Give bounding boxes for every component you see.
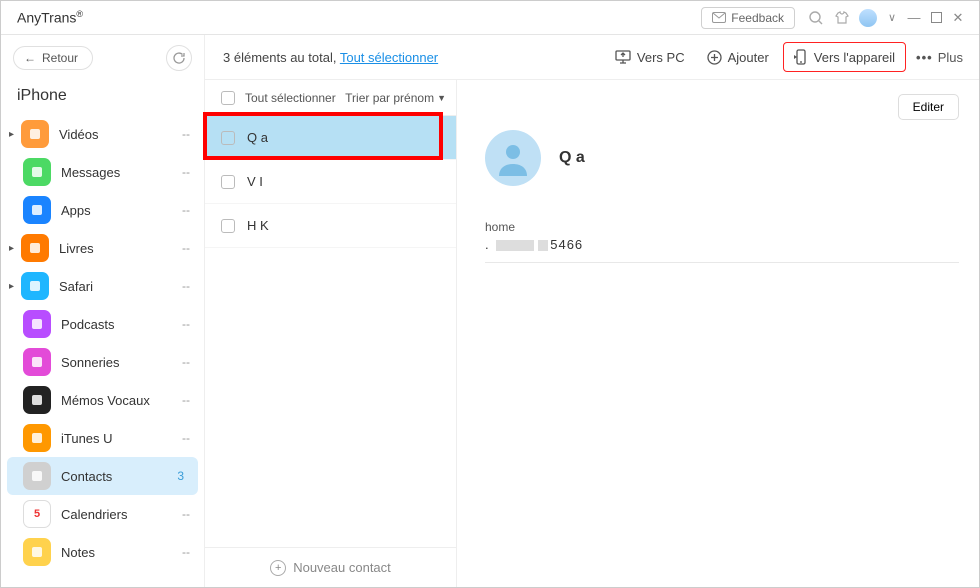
sidebar-item-calendriers[interactable]: 5 Calendriers-- bbox=[1, 495, 204, 533]
expand-icon: ▸ bbox=[9, 281, 21, 292]
list-header: Tout sélectionner Trier par prénom▼ bbox=[205, 80, 456, 116]
row-checkbox[interactable] bbox=[221, 131, 235, 145]
sidebar-item-count: -- bbox=[182, 393, 190, 407]
sidebar-item-safari[interactable]: ▸ Safari-- bbox=[1, 267, 204, 305]
expand-icon: ▸ bbox=[9, 243, 21, 254]
to-device-icon bbox=[794, 49, 808, 65]
sidebar-item-podcasts[interactable]: Podcasts-- bbox=[1, 305, 204, 343]
toolbar: 3 éléments au total, Tout sélectionner V… bbox=[205, 35, 979, 79]
more-button[interactable]: •••Plus bbox=[916, 50, 963, 65]
expand-icon: ▸ bbox=[9, 129, 21, 140]
sidebar-item-count: 3 bbox=[177, 469, 184, 483]
contact-row-name: H K bbox=[247, 218, 269, 233]
shirt-icon[interactable] bbox=[831, 7, 853, 29]
sidebar-item-apps[interactable]: Apps-- bbox=[1, 191, 204, 229]
sidebar-item-label: Vidéos bbox=[59, 127, 182, 142]
contacts-icon bbox=[23, 462, 51, 490]
sidebar-item-label: Sonneries bbox=[61, 355, 182, 370]
sidebar-item-count: -- bbox=[182, 241, 190, 255]
safari-icon bbox=[21, 272, 49, 300]
sidebar-item-label: Contacts bbox=[61, 469, 177, 484]
envelope-icon bbox=[712, 12, 726, 23]
export-pc-icon bbox=[615, 50, 631, 64]
search-icon[interactable] bbox=[805, 7, 827, 29]
title-bar: AnyTrans® Feedback ∨ — ✕ bbox=[1, 1, 979, 35]
row-checkbox[interactable] bbox=[221, 175, 235, 189]
sidebar-item-label: Livres bbox=[59, 241, 182, 256]
sidebar-item-label: Notes bbox=[61, 545, 182, 560]
sidebar-item-label: Calendriers bbox=[61, 507, 182, 522]
sidebar-item-label: Mémos Vocaux bbox=[61, 393, 182, 408]
select-all-checkbox[interactable] bbox=[221, 91, 235, 105]
device-title: iPhone bbox=[1, 81, 204, 115]
field-label: home bbox=[485, 220, 959, 234]
add-button[interactable]: Ajouter bbox=[699, 45, 777, 70]
sidebar-item-count: -- bbox=[182, 355, 190, 369]
select-all-link[interactable]: Tout sélectionner bbox=[340, 50, 438, 65]
sidebar-item-count: -- bbox=[182, 431, 190, 445]
bell-icon bbox=[23, 348, 51, 376]
user-avatar-icon[interactable] bbox=[857, 7, 879, 29]
books-icon bbox=[21, 234, 49, 262]
sidebar-item-label: Apps bbox=[61, 203, 182, 218]
app-icon bbox=[23, 196, 51, 224]
sidebar-item-count: -- bbox=[182, 203, 190, 217]
select-all-label: Tout sélectionner bbox=[245, 91, 336, 105]
row-checkbox[interactable] bbox=[221, 219, 235, 233]
contact-row-name: V I bbox=[247, 174, 263, 189]
sidebar-item-label: Podcasts bbox=[61, 317, 182, 332]
chat-icon bbox=[23, 158, 51, 186]
contact-list-pane: Tout sélectionner Trier par prénom▼ Q a V… bbox=[205, 80, 457, 587]
contact-name: Q a bbox=[559, 149, 585, 167]
back-button[interactable]: ←Retour bbox=[13, 46, 93, 70]
edit-button[interactable]: Editer bbox=[898, 94, 959, 120]
grad-icon bbox=[23, 424, 51, 452]
contact-field: home . 5466 bbox=[485, 220, 959, 263]
sidebar: ←Retour iPhone ▸Vidéos--Messages--Apps--… bbox=[1, 35, 205, 587]
sidebar-item-count: -- bbox=[182, 279, 190, 293]
sidebar-item-itunes-u[interactable]: iTunes U-- bbox=[1, 419, 204, 457]
refresh-button[interactable] bbox=[166, 45, 192, 71]
sidebar-item-notes[interactable]: Notes-- bbox=[1, 533, 204, 571]
sidebar-item-count: -- bbox=[182, 507, 190, 521]
feedback-button[interactable]: Feedback bbox=[701, 7, 795, 29]
sidebar-item-label: Safari bbox=[59, 279, 182, 294]
to-device-button[interactable]: Vers l'appareil bbox=[783, 42, 906, 72]
cal-icon: 5 bbox=[23, 500, 51, 528]
contact-detail-pane: Editer Q a home . 5466 bbox=[457, 80, 979, 587]
minimize-icon[interactable]: — bbox=[903, 10, 925, 25]
sidebar-item-livres[interactable]: ▸ Livres-- bbox=[1, 229, 204, 267]
podcast-icon bbox=[23, 310, 51, 338]
notes-icon bbox=[23, 538, 51, 566]
sidebar-item-count: -- bbox=[182, 165, 190, 179]
contact-row-name: Q a bbox=[247, 130, 268, 145]
to-pc-button[interactable]: Vers PC bbox=[607, 45, 693, 70]
sidebar-item-count: -- bbox=[182, 317, 190, 331]
contact-row[interactable]: H K bbox=[205, 204, 456, 248]
plus-icon: + bbox=[270, 560, 286, 576]
total-count-text: 3 éléments au total, Tout sélectionner bbox=[223, 50, 438, 65]
contact-row[interactable]: V I bbox=[205, 160, 456, 204]
maximize-icon[interactable] bbox=[925, 12, 947, 23]
videos-icon bbox=[21, 120, 49, 148]
contact-row[interactable]: Q a bbox=[205, 116, 456, 160]
sidebar-item-vidéos[interactable]: ▸ Vidéos-- bbox=[1, 115, 204, 153]
sort-dropdown[interactable]: Trier par prénom▼ bbox=[345, 91, 446, 105]
sidebar-item-count: -- bbox=[182, 127, 190, 141]
new-contact-button[interactable]: +Nouveau contact bbox=[205, 547, 456, 587]
app-brand: AnyTrans® bbox=[17, 9, 83, 26]
voice-icon bbox=[23, 386, 51, 414]
dropdown-icon[interactable]: ∨ bbox=[881, 11, 903, 24]
sidebar-item-mémos-vocaux[interactable]: Mémos Vocaux-- bbox=[1, 381, 204, 419]
field-value: . 5466 bbox=[485, 237, 959, 252]
sidebar-item-label: Messages bbox=[61, 165, 182, 180]
sidebar-item-count: -- bbox=[182, 545, 190, 559]
sidebar-item-sonneries[interactable]: Sonneries-- bbox=[1, 343, 204, 381]
sidebar-item-label: iTunes U bbox=[61, 431, 182, 446]
plus-circle-icon bbox=[707, 50, 722, 65]
close-icon[interactable]: ✕ bbox=[947, 10, 969, 26]
contact-avatar-icon bbox=[485, 130, 541, 186]
sidebar-item-messages[interactable]: Messages-- bbox=[1, 153, 204, 191]
sidebar-item-contacts[interactable]: Contacts3 bbox=[7, 457, 198, 495]
